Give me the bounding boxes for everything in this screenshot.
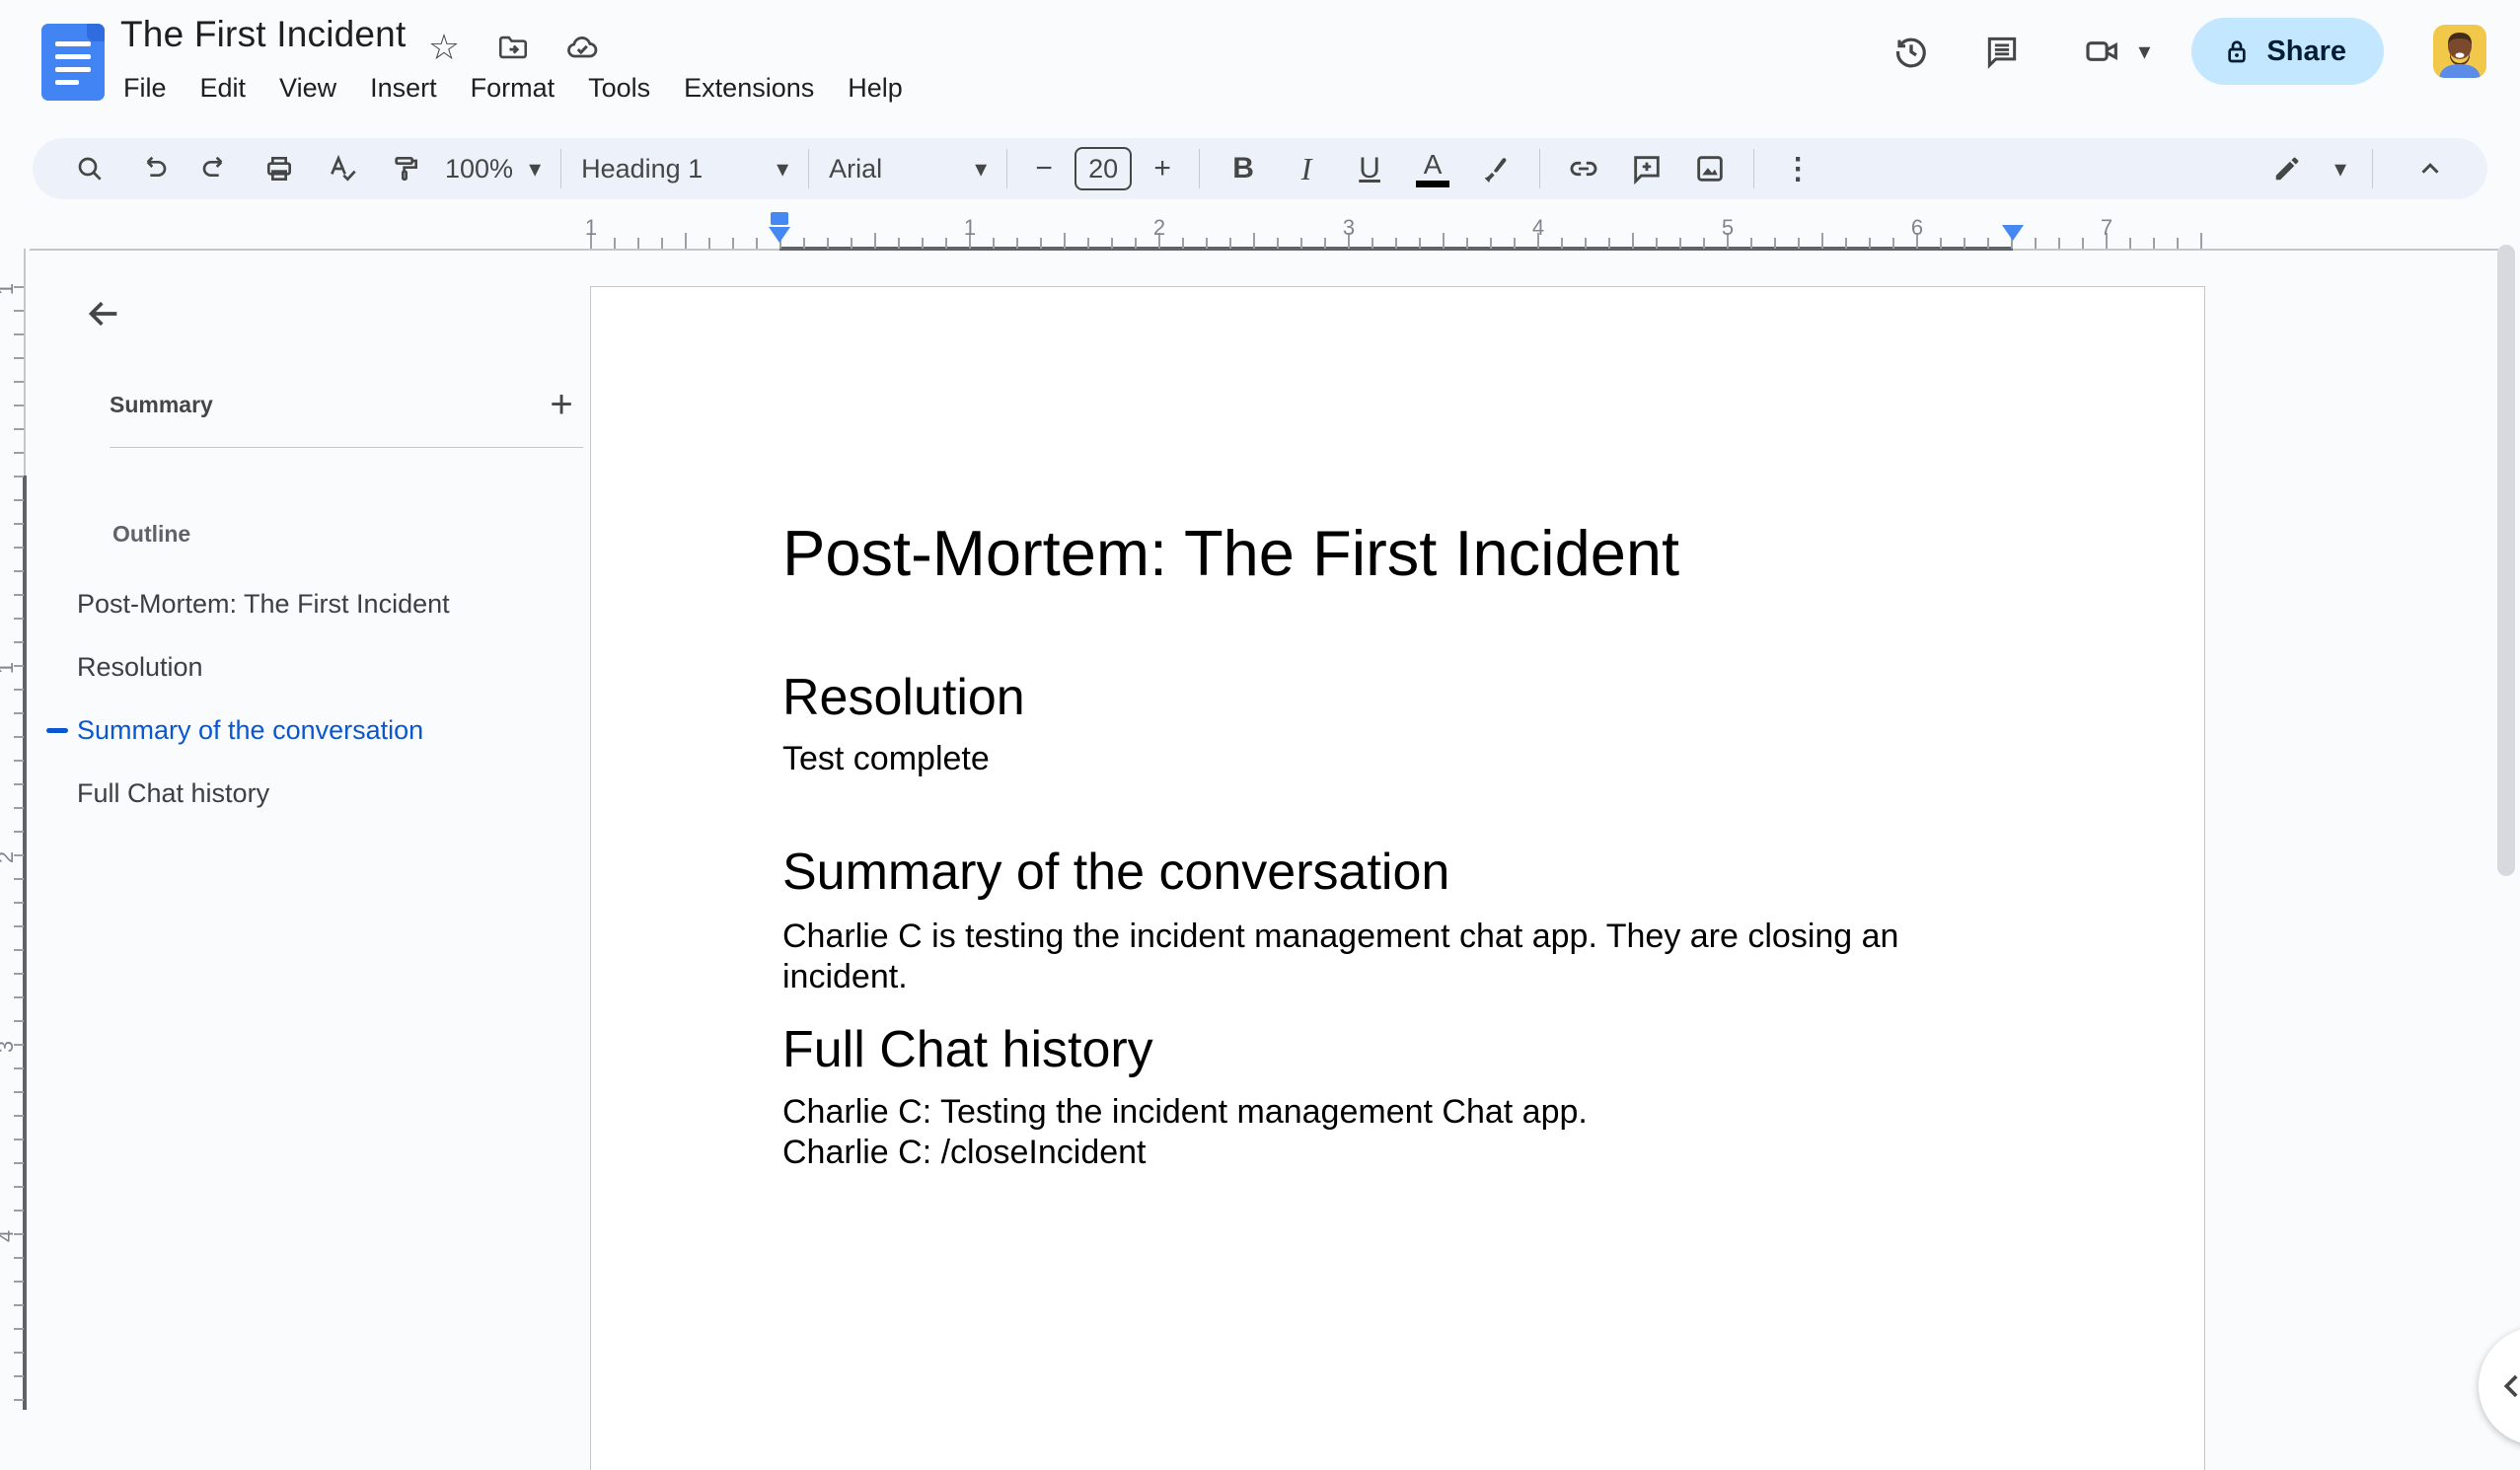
collapse-menus-icon[interactable] — [2408, 146, 2453, 191]
menubar: File Edit View Insert Format Tools Exten… — [107, 65, 920, 111]
style-caret-icon: ▾ — [777, 155, 789, 183]
comments-icon[interactable] — [1970, 20, 2034, 83]
google-docs-app: The First Incident ☆ File Edit View Inse… — [0, 0, 2520, 1470]
zoom-select[interactable]: 100% ▾ — [445, 154, 541, 184]
font-family-select[interactable]: Arial ▾ — [829, 154, 987, 184]
doc-paragraph[interactable]: Charlie C: Testing the incident manageme… — [782, 1092, 2026, 1133]
toolbar: 100% ▾ Heading 1 ▾ Arial ▾ − 20 + B I U … — [33, 138, 2487, 199]
vertical-ruler[interactable]: 1 1 2 3 4 — [0, 249, 30, 1410]
undo-icon[interactable] — [130, 146, 176, 191]
summary-heading: Summary — [110, 391, 213, 417]
font-size-input[interactable]: 20 — [1075, 147, 1133, 190]
outline-item-active[interactable]: Summary of the conversation — [33, 698, 556, 762]
first-line-indent-marker[interactable] — [771, 212, 788, 225]
right-indent-marker[interactable] — [2002, 225, 2024, 241]
menu-extensions[interactable]: Extensions — [667, 65, 831, 111]
print-icon[interactable] — [257, 146, 302, 191]
document-title[interactable]: The First Incident — [120, 14, 406, 55]
sidebar-divider — [110, 447, 583, 448]
decrease-font-size-button[interactable]: − — [1021, 146, 1067, 191]
search-icon[interactable] — [67, 146, 112, 191]
chevron-left-icon — [2503, 1374, 2518, 1398]
vertical-scrollbar-thumb[interactable] — [2497, 245, 2515, 876]
text-color-swatch — [1416, 180, 1450, 187]
redo-icon[interactable] — [193, 146, 239, 191]
paragraph-style-select[interactable]: Heading 1 ▾ — [581, 154, 788, 184]
menu-file[interactable]: File — [107, 65, 184, 111]
outline-item[interactable]: Full Chat history — [33, 762, 556, 825]
doc-paragraph[interactable]: Charlie C: /closeIncident — [782, 1133, 2026, 1173]
increase-font-size-button[interactable]: + — [1140, 146, 1185, 191]
doc-paragraph[interactable]: Charlie C is testing the incident manage… — [782, 917, 2026, 997]
move-folder-icon[interactable] — [491, 26, 535, 69]
more-options-button[interactable]: ⋮ — [1775, 146, 1820, 191]
doc-heading-summary[interactable]: Summary of the conversation — [782, 843, 1449, 902]
menu-insert[interactable]: Insert — [353, 65, 454, 111]
show-side-panel-button[interactable] — [2479, 1327, 2520, 1445]
avatar[interactable] — [2433, 25, 2486, 78]
menu-tools[interactable]: Tools — [571, 65, 667, 111]
left-indent-marker[interactable] — [769, 227, 790, 243]
edit-mode-pencil-icon[interactable] — [2264, 146, 2310, 191]
bold-button[interactable]: B — [1221, 146, 1266, 191]
menu-format[interactable]: Format — [454, 65, 572, 111]
menu-view[interactable]: View — [262, 65, 353, 111]
docs-logo[interactable] — [41, 24, 105, 101]
active-outline-dash — [46, 728, 68, 733]
share-label: Share — [2266, 35, 2346, 67]
menu-edit[interactable]: Edit — [184, 65, 263, 111]
menu-help[interactable]: Help — [831, 65, 920, 111]
paint-format-icon[interactable] — [383, 146, 428, 191]
doc-paragraph[interactable]: Test complete — [782, 739, 2026, 779]
add-summary-button[interactable]: + — [540, 383, 583, 426]
lock-icon — [2228, 40, 2247, 63]
spellcheck-icon[interactable] — [320, 146, 365, 191]
edit-mode-caret-icon[interactable]: ▾ — [2335, 155, 2346, 184]
cloud-check-icon[interactable] — [560, 26, 604, 69]
doc-heading-resolution[interactable]: Resolution — [782, 668, 1025, 727]
text-color-button[interactable]: A — [1410, 146, 1455, 191]
link-icon[interactable] — [1561, 146, 1606, 191]
outline-heading: Outline — [112, 521, 191, 547]
document-page[interactable]: Post-Mortem: The First Incident Resoluti… — [590, 286, 2205, 1470]
video-call-caret-icon[interactable]: ▾ — [2138, 37, 2150, 66]
font-caret-icon: ▾ — [975, 155, 988, 183]
highlight-color-icon[interactable] — [1473, 146, 1519, 191]
history-icon[interactable] — [1880, 20, 1943, 83]
underline-button[interactable]: U — [1347, 146, 1392, 191]
outline-item[interactable]: Resolution — [33, 635, 556, 698]
horizontal-ruler[interactable]: 1 1 2 3 4 5 6 7 — [30, 212, 2498, 251]
header: The First Incident ☆ File Edit View Inse… — [0, 0, 2520, 130]
star-icon[interactable]: ☆ — [422, 26, 466, 69]
zoom-caret-icon: ▾ — [529, 155, 542, 183]
outline-item[interactable]: Post-Mortem: The First Incident — [33, 572, 556, 635]
insert-image-icon[interactable] — [1687, 146, 1733, 191]
back-arrow-icon[interactable] — [72, 282, 135, 345]
video-call-icon[interactable]: ▾ — [2069, 20, 2164, 83]
doc-heading-1[interactable]: Post-Mortem: The First Incident — [782, 516, 1679, 590]
add-comment-icon[interactable] — [1624, 146, 1669, 191]
docs-logo-fold — [87, 24, 105, 41]
share-button[interactable]: Share — [2191, 18, 2384, 85]
doc-heading-chat[interactable]: Full Chat history — [782, 1020, 1153, 1079]
italic-button[interactable]: I — [1284, 146, 1329, 191]
